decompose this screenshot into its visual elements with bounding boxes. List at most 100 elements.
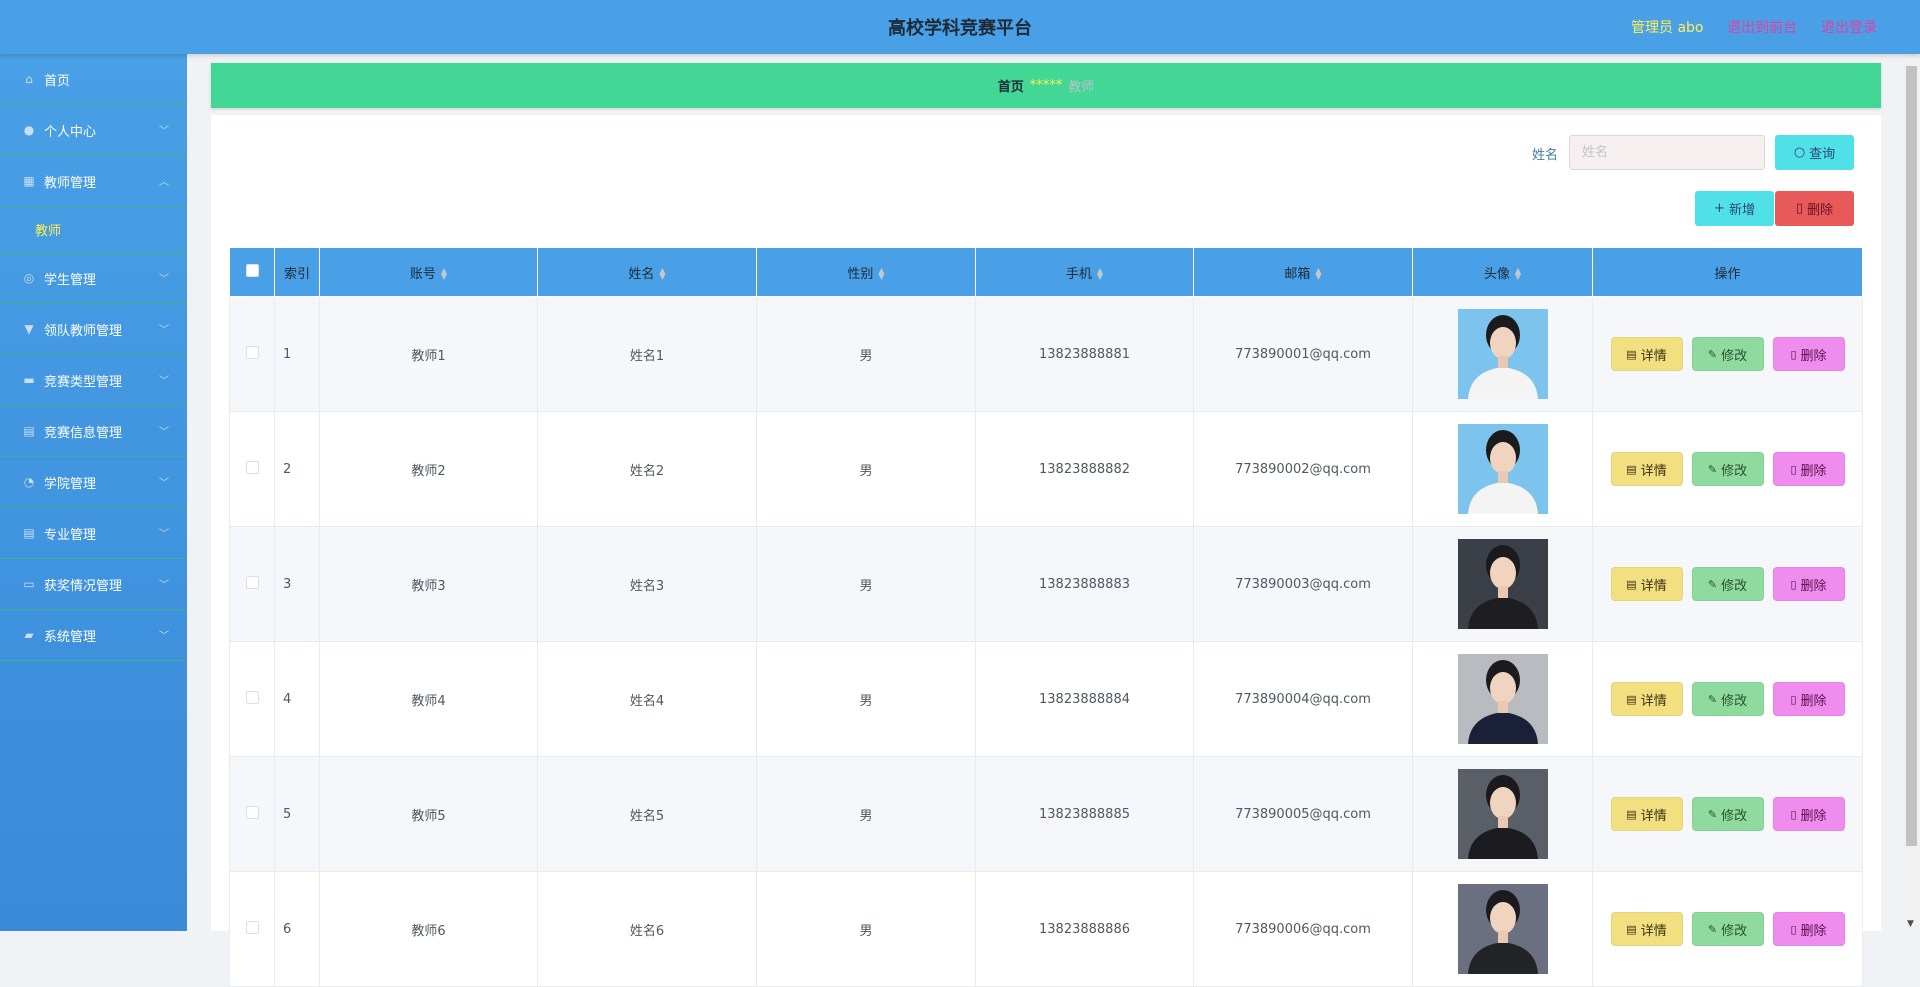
cell-name: 姓名1 — [537, 296, 757, 412]
row-select-cell[interactable] — [229, 526, 275, 642]
row-select-cell[interactable] — [229, 296, 275, 412]
row-checkbox[interactable] — [245, 345, 259, 359]
sidebar-item-major-mgmt[interactable]: ▤ 专业管理 ﹀ — [0, 508, 187, 559]
header-gender[interactable]: 性别 ▲ ▼ — [756, 247, 976, 297]
sort-icon[interactable]: ▲ ▼ — [1315, 267, 1321, 281]
row-select-cell[interactable] — [229, 641, 275, 757]
name-search-input[interactable]: 姓名 — [1569, 135, 1765, 170]
row-checkbox[interactable] — [245, 460, 259, 474]
query-button[interactable]: ○ 查询 — [1775, 135, 1854, 170]
select-all-cell[interactable] — [229, 247, 275, 297]
sort-icon[interactable]: ▲ ▼ — [1515, 267, 1521, 281]
row-checkbox[interactable] — [245, 690, 259, 704]
sort-icon[interactable]: ▲ ▼ — [1097, 267, 1103, 281]
table-row: 1 教师1 姓名1 男 13823888881 773890001@qq.com ▤ 详情 ✎ 修… — [229, 296, 1863, 412]
sidebar-item-college-mgmt[interactable]: ◔ 学院管理 ﹀ — [0, 457, 187, 508]
exit-to-frontend-link[interactable]: 退出到前台 — [1727, 17, 1797, 37]
breadcrumb-home[interactable]: 首页 — [998, 76, 1024, 95]
delete-button[interactable]: ▯ 删除 — [1772, 682, 1845, 716]
admin-label: 管理员 abo — [1631, 20, 1704, 36]
row-select-cell[interactable] — [229, 871, 275, 987]
header-email[interactable]: 邮箱 ▲ ▼ — [1193, 247, 1413, 297]
scrollbar-thumb[interactable] — [1906, 66, 1917, 846]
sort-icon[interactable]: ▲ ▼ — [878, 267, 884, 281]
vertical-scrollbar[interactable]: ▼ — [1903, 54, 1920, 931]
delete-button-label: 删除 — [1800, 463, 1827, 479]
sidebar-item-profile[interactable]: ● 个人中心 ﹀ — [0, 105, 187, 156]
detail-button[interactable]: ▤ 详情 — [1610, 567, 1683, 601]
edit-button[interactable]: ✎ 修改 — [1691, 567, 1764, 601]
logout-link[interactable]: 退出登录 — [1821, 17, 1877, 37]
sidebar-item-label: 个人中心 — [44, 124, 97, 140]
header-phone[interactable]: 手机 ▲ ▼ — [975, 247, 1194, 297]
edit-button[interactable]: ✎ 修改 — [1691, 682, 1764, 716]
cell-gender: 男 — [756, 296, 976, 412]
sidebar-item-system-mgmt[interactable]: ▰ 系统管理 ﹀ — [0, 610, 187, 661]
delete-button[interactable]: ▯ 删除 — [1772, 567, 1845, 601]
edit-button[interactable]: ✎ 修改 — [1691, 337, 1764, 371]
edit-button-label: 修改 — [1721, 923, 1748, 939]
sidebar-item-label: 学生管理 — [44, 272, 97, 288]
avatar-photo — [1457, 654, 1548, 744]
sidebar-item-teacher-mgmt[interactable]: ▦ 教师管理 ︿ — [0, 156, 187, 207]
header-avatar[interactable]: 头像 ▲ ▼ — [1412, 247, 1593, 297]
cell-gender: 男 — [756, 641, 976, 757]
cell-avatar — [1412, 296, 1593, 412]
sidebar-item-leader-mgmt[interactable]: ▼ 领队教师管理 ﹀ — [0, 304, 187, 355]
row-checkbox[interactable] — [245, 920, 259, 934]
delete-button[interactable]: ▯ 删除 — [1772, 452, 1845, 486]
chevron-down-icon: ﹀ — [159, 580, 169, 591]
edit-button[interactable]: ✎ 修改 — [1691, 452, 1764, 486]
cell-email: 773890005@qq.com — [1193, 756, 1413, 872]
add-button[interactable]: + 新增 — [1695, 191, 1774, 226]
document-icon: ▤ — [1626, 807, 1637, 821]
sidebar-item-home[interactable]: ⌂ 首页 — [0, 54, 187, 105]
cell-index: 1 — [274, 296, 320, 412]
cell-phone: 13823888886 — [975, 871, 1194, 987]
search-icon: ○ — [1793, 145, 1806, 160]
cell-index: 5 — [274, 756, 320, 872]
sidebar-item-comp-info-mgmt[interactable]: ▤ 竞赛信息管理 ﹀ — [0, 406, 187, 457]
detail-button[interactable]: ▤ 详情 — [1610, 337, 1683, 371]
chevron-down-icon: ﹀ — [159, 478, 169, 489]
edit-button[interactable]: ✎ 修改 — [1691, 912, 1764, 946]
row-checkbox[interactable] — [245, 575, 259, 589]
sidebar-item-comp-type-mgmt[interactable]: ▬ 竞赛类型管理 ﹀ — [0, 355, 187, 406]
detail-button[interactable]: ▤ 详情 — [1610, 452, 1683, 486]
row-select-cell[interactable] — [229, 756, 275, 872]
detail-button[interactable]: ▤ 详情 — [1610, 682, 1683, 716]
sort-icon[interactable]: ▲ ▼ — [659, 267, 665, 281]
row-checkbox[interactable] — [245, 805, 259, 819]
cell-name: 姓名3 — [537, 526, 757, 642]
sidebar-subitem-teacher[interactable]: 教师 — [0, 207, 187, 253]
portrait-icon — [1467, 315, 1538, 399]
delete-button-label: 删除 — [1800, 348, 1827, 364]
sort-icon[interactable]: ▲ ▼ — [441, 267, 447, 281]
delete-button[interactable]: ▯ 删除 — [1772, 912, 1845, 946]
delete-button[interactable]: ▯ 删除 — [1772, 337, 1845, 371]
chevron-down-icon: ﹀ — [159, 631, 169, 642]
header-name[interactable]: 姓名 ▲ ▼ — [537, 247, 757, 297]
clipboard-icon: ▤ — [23, 526, 35, 540]
edit-button-label: 修改 — [1721, 578, 1748, 594]
batch-delete-button[interactable]: ▯ 删除 — [1775, 191, 1854, 226]
pencil-icon: ✎ — [1707, 347, 1718, 361]
header-account[interactable]: 账号 ▲ ▼ — [319, 247, 538, 297]
sidebar-item-student-mgmt[interactable]: ◎ 学生管理 ﹀ — [0, 253, 187, 304]
sidebar-item-award-mgmt[interactable]: ▭ 获奖情况管理 ﹀ — [0, 559, 187, 610]
detail-button[interactable]: ▤ 详情 — [1610, 797, 1683, 831]
pencil-icon: ✎ — [1707, 807, 1718, 821]
detail-button[interactable]: ▤ 详情 — [1610, 912, 1683, 946]
select-all-checkbox[interactable] — [245, 263, 259, 277]
delete-button-label: 删除 — [1800, 808, 1827, 824]
row-select-cell[interactable] — [229, 411, 275, 527]
cell-avatar — [1412, 641, 1593, 757]
scroll-down-arrow-icon[interactable]: ▼ — [1907, 919, 1914, 929]
portrait-icon — [1467, 430, 1538, 514]
edit-button[interactable]: ✎ 修改 — [1691, 797, 1764, 831]
document-icon: ▤ — [1626, 692, 1637, 706]
detail-button-label: 详情 — [1640, 808, 1667, 824]
cell-actions: ▤ 详情 ✎ 修改 ▯ 删除 — [1592, 526, 1863, 642]
batch-delete-button-label: 删除 — [1807, 203, 1834, 218]
delete-button[interactable]: ▯ 删除 — [1772, 797, 1845, 831]
